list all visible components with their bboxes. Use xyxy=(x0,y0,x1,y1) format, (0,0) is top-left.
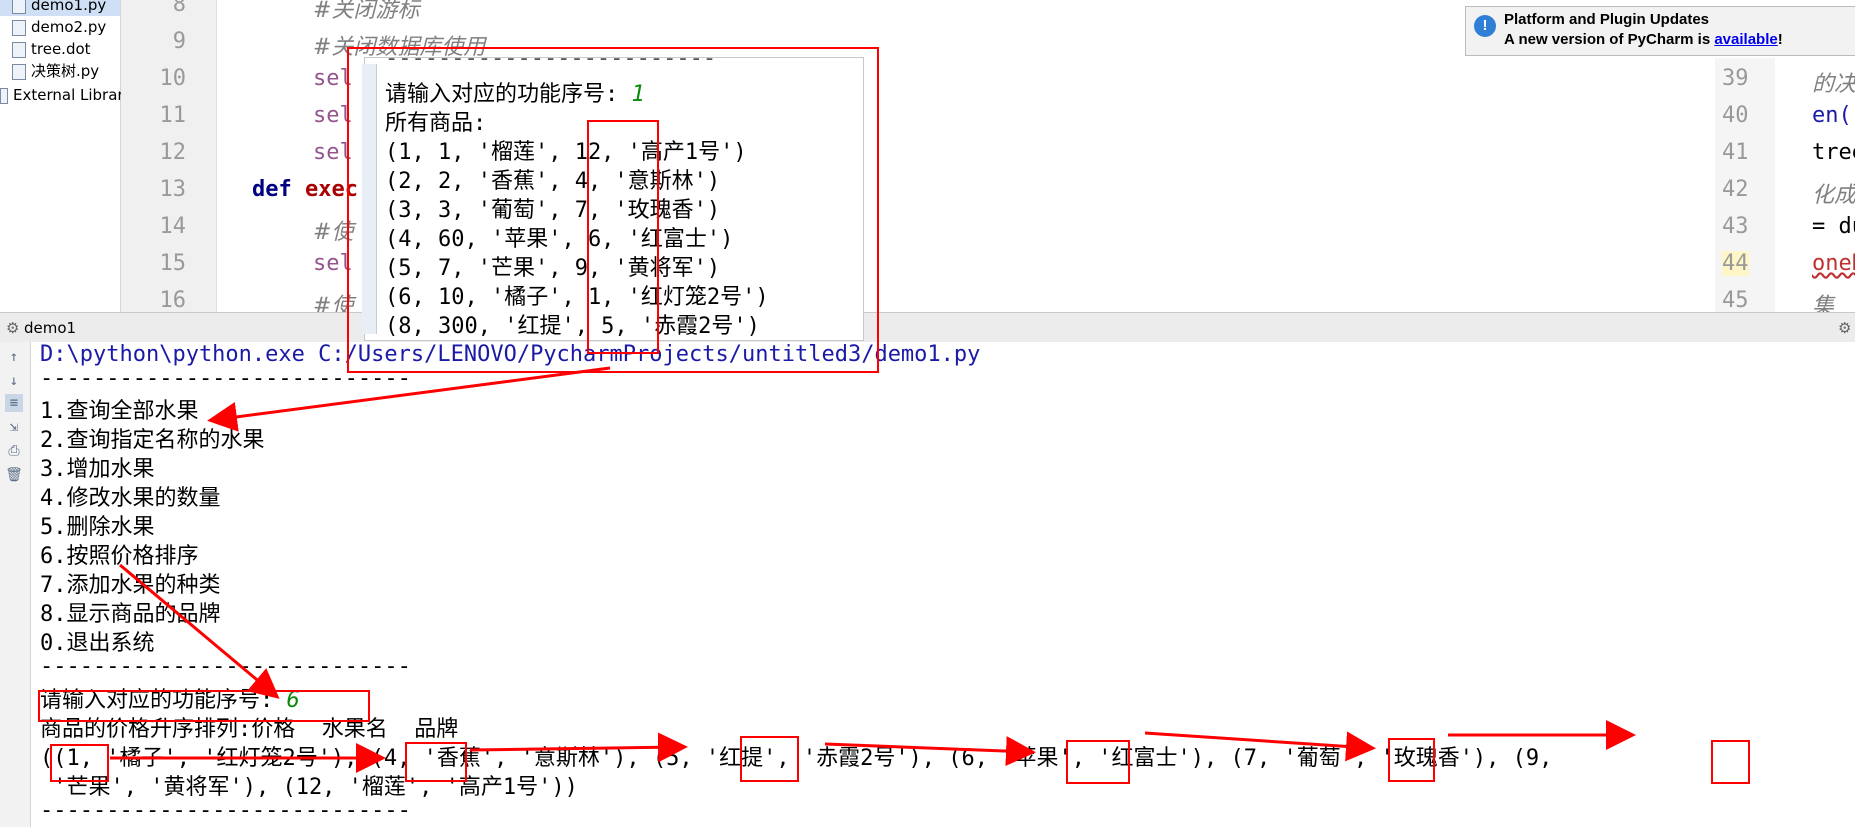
arrow-overlay-to-menu xyxy=(207,366,611,432)
arrow-segment-3 xyxy=(824,736,1036,767)
arrow-sort-to-prompt xyxy=(119,563,280,699)
annotation-arrows xyxy=(110,366,1636,773)
arrow-segment-2 xyxy=(469,732,688,763)
arrow-segment-4 xyxy=(1144,731,1376,762)
